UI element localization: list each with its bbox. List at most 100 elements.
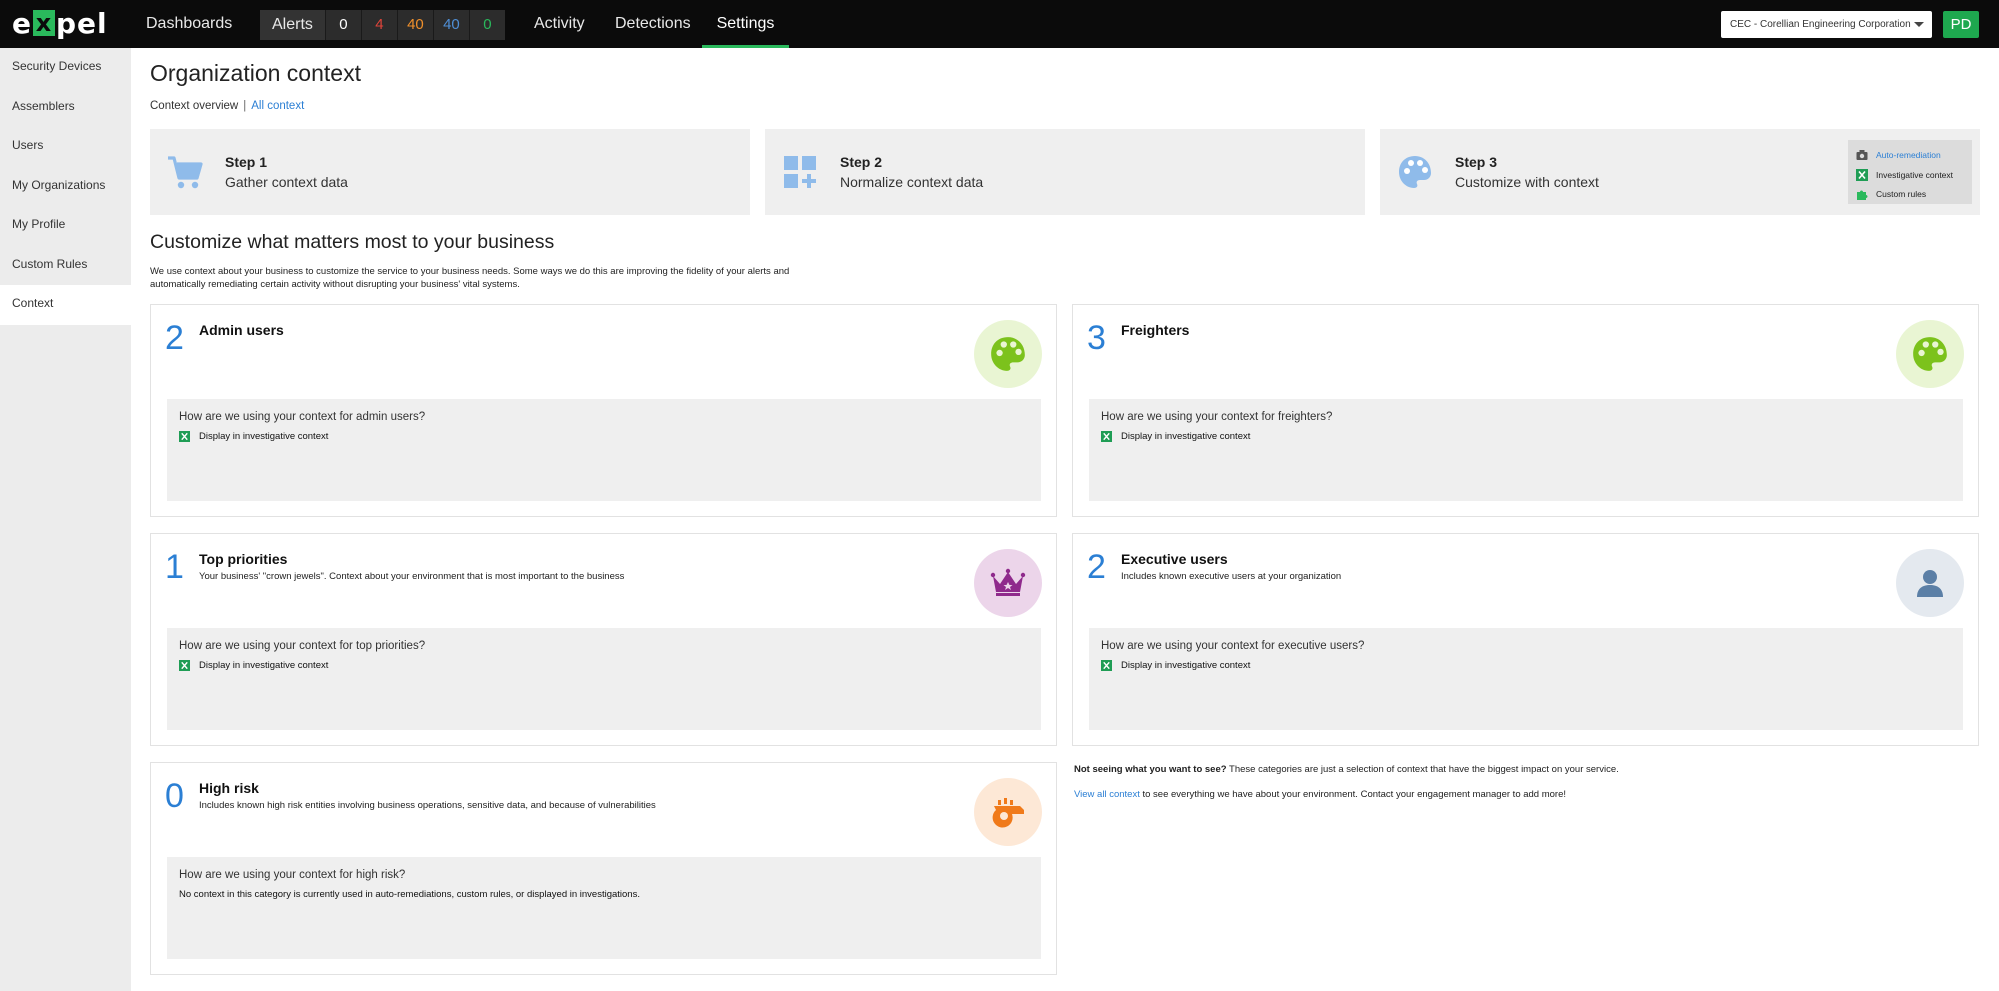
breadcrumb-all-context-link[interactable]: All context: [251, 100, 304, 112]
logo-x-mark: x: [33, 10, 55, 36]
legend-custom-rules-label: Custom rules: [1876, 189, 1927, 199]
alert-count-low[interactable]: 0: [468, 10, 505, 40]
puzzle-icon: [1856, 188, 1868, 200]
card-subtitle: Includes known high risk entities involv…: [199, 800, 656, 811]
card-subtitle: Includes known executive users at your o…: [1121, 571, 1342, 582]
sidebar-item-users[interactable]: Users: [0, 127, 131, 167]
view-all-context-text: to see everything we have about your env…: [1139, 789, 1567, 800]
breadcrumb: Context overview | All context: [150, 100, 304, 112]
breadcrumb-separator: |: [243, 100, 247, 112]
legend-custom-rules: Custom rules: [1856, 187, 1926, 201]
expel-logo[interactable]: e x pel: [12, 6, 108, 40]
sidebar-item-assemblers[interactable]: Assemblers: [0, 88, 131, 128]
palette-icon: [1396, 153, 1434, 191]
step-2-description: Normalize context data: [840, 174, 984, 190]
card-title: Executive users: [1121, 551, 1228, 567]
card-count: 0: [165, 777, 184, 815]
context-help-note: Not seeing what you want to see? These c…: [1074, 764, 1619, 775]
user-icon: [1896, 549, 1964, 617]
nav-alerts[interactable]: Alerts: [260, 10, 325, 40]
legend-investigative-context-label: Investigative context: [1876, 170, 1954, 180]
sidebar-item-security-devices[interactable]: Security Devices: [0, 48, 131, 88]
logo-text-end: pel: [56, 6, 108, 40]
card-title: Top priorities: [199, 551, 288, 567]
organization-select-value: CEC - Corellian Engineering Corporation: [1730, 19, 1911, 30]
sidebar-item-my-organizations[interactable]: My Organizations: [0, 167, 131, 207]
whistle-icon: [974, 778, 1042, 846]
card-usage-question: How are we using your context for top pr…: [179, 640, 426, 652]
card-usage-question: How are we using your context for execut…: [1101, 640, 1365, 652]
section-description: We use context about your business to cu…: [150, 266, 790, 290]
card-usage-panel: How are we using your context for admin …: [167, 399, 1041, 501]
palette-icon: [1896, 320, 1964, 388]
nav-settings[interactable]: Settings: [702, 0, 789, 48]
cart-icon: [166, 153, 204, 191]
card-usage-item: Display in investigative context: [179, 431, 328, 442]
view-all-context-link[interactable]: View all context: [1074, 789, 1140, 800]
crown-icon: [974, 549, 1042, 617]
card-count: 3: [1087, 319, 1106, 357]
top-navigation-bar: e x pel Dashboards Alerts 0 4 40 40 0 Acti…: [0, 0, 1999, 48]
context-card-high-risk[interactable]: 0 High risk Includes known high risk ent…: [150, 762, 1057, 975]
page-title: Organization context: [150, 60, 361, 86]
card-usage-panel: How are we using your context for top pr…: [167, 628, 1041, 730]
nav-activity[interactable]: Activity: [534, 0, 585, 48]
step-1-panel: Step 1 Gather context data: [150, 129, 750, 215]
card-usage-item: Display in investigative context: [179, 660, 328, 671]
context-card-admin-users[interactable]: 2 Admin users How are we using your cont…: [150, 304, 1057, 517]
card-count: 1: [165, 548, 184, 586]
card-usage-item: Display in investigative context: [1101, 431, 1250, 442]
card-usage-text: Display in investigative context: [1121, 660, 1251, 671]
card-usage-text: Display in investigative context: [199, 660, 329, 671]
sidebar-item-context[interactable]: Context: [0, 285, 131, 325]
breadcrumb-context-overview: Context overview: [150, 100, 239, 112]
context-card-top-priorities[interactable]: 1 Top priorities Your business' "crown j…: [150, 533, 1057, 746]
card-count: 2: [1087, 548, 1106, 586]
sidebar-item-custom-rules[interactable]: Custom Rules: [0, 246, 131, 286]
card-usage-panel: How are we using your context for freigh…: [1089, 399, 1963, 501]
usage-legend: Auto-remediation Investigative context C…: [1848, 140, 1972, 204]
spreadsheet-icon: [179, 660, 190, 671]
step-3-panel: Step 3 Customize with context Auto-remed…: [1380, 129, 1980, 215]
view-all-context-note: View all context to see everything we ha…: [1074, 789, 1566, 800]
card-title: Admin users: [199, 322, 284, 338]
alert-count-medium[interactable]: 40: [432, 10, 469, 40]
alert-count-total[interactable]: 0: [324, 10, 361, 40]
alert-count-critical[interactable]: 4: [360, 10, 397, 40]
context-card-freighters[interactable]: 3 Freighters How are we using your conte…: [1072, 304, 1979, 517]
card-count: 2: [165, 319, 184, 357]
chevron-down-icon: [1914, 22, 1924, 27]
settings-sidebar: Security Devices Assemblers Users My Org…: [0, 48, 131, 991]
spreadsheet-icon: [179, 431, 190, 442]
palette-icon: [974, 320, 1042, 388]
legend-investigative-context: Investigative context: [1856, 168, 1953, 182]
user-avatar[interactable]: PD: [1943, 11, 1979, 38]
grid-plus-icon: [781, 153, 819, 191]
sidebar-item-my-profile[interactable]: My Profile: [0, 206, 131, 246]
card-title: High risk: [199, 780, 259, 796]
alerts-summary[interactable]: Alerts 0 4 40 40 0: [260, 10, 505, 40]
step-3-description: Customize with context: [1455, 174, 1599, 190]
context-card-executive-users[interactable]: 2 Executive users Includes known executi…: [1072, 533, 1979, 746]
card-usage-question: How are we using your context for high r…: [179, 869, 406, 881]
card-title: Freighters: [1121, 322, 1190, 338]
alert-count-high[interactable]: 40: [396, 10, 433, 40]
legend-auto-remediation[interactable]: Auto-remediation: [1856, 148, 1941, 162]
camera-icon: [1856, 149, 1868, 161]
organization-select[interactable]: CEC - Corellian Engineering Corporation: [1721, 11, 1932, 38]
card-usage-text: Display in investigative context: [1121, 431, 1251, 442]
nav-dashboards[interactable]: Dashboards: [146, 0, 232, 48]
card-usage-text: Display in investigative context: [199, 431, 329, 442]
step-1-number: Step 1: [225, 154, 268, 170]
nav-detections[interactable]: Detections: [615, 0, 691, 48]
step-2-number: Step 2: [840, 154, 883, 170]
card-usage-text: No context in this category is currently…: [179, 889, 640, 900]
card-usage-item: No context in this category is currently…: [179, 889, 640, 900]
context-help-note-text: These categories are just a selection of…: [1226, 764, 1619, 775]
spreadsheet-icon: [1856, 169, 1868, 181]
card-usage-panel: How are we using your context for execut…: [1089, 628, 1963, 730]
spreadsheet-icon: [1101, 660, 1112, 671]
card-usage-question: How are we using your context for admin …: [179, 411, 426, 423]
step-3-number: Step 3: [1455, 154, 1498, 170]
section-title: Customize what matters most to your busi…: [150, 231, 555, 253]
